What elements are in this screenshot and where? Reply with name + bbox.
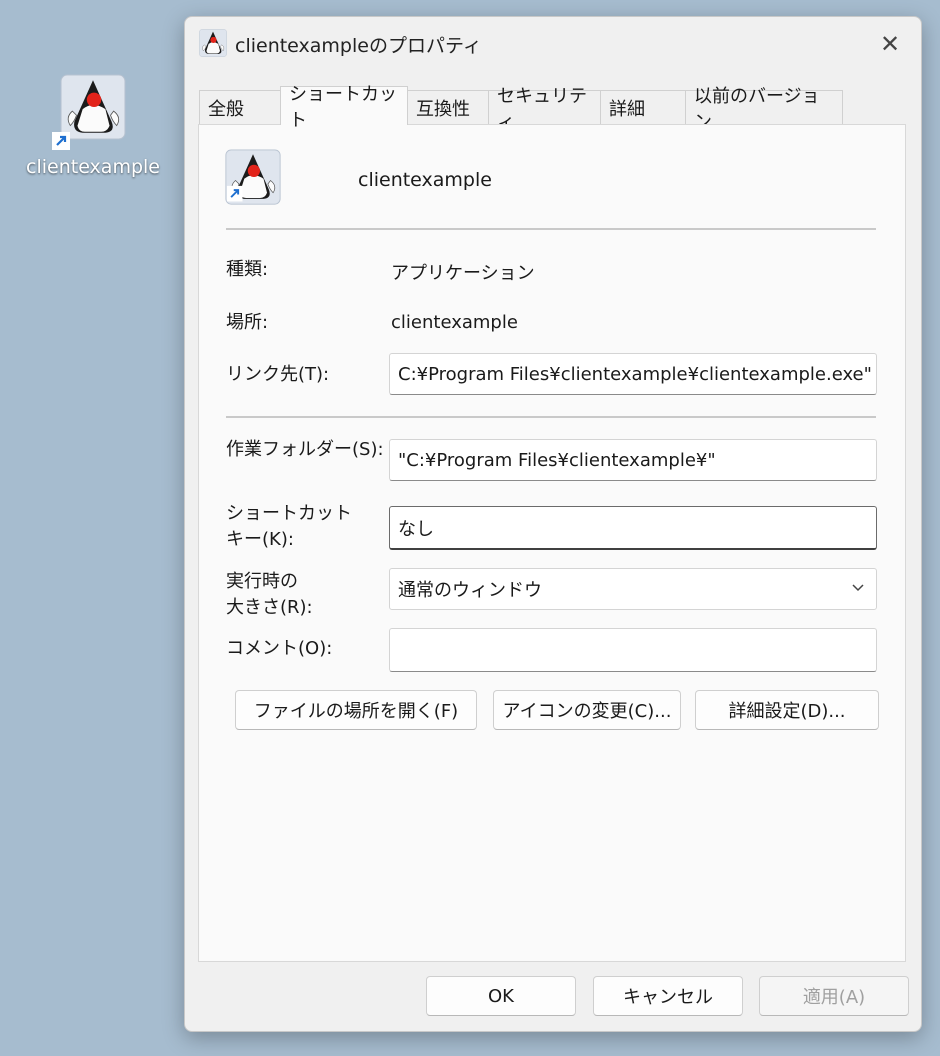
desktop-shortcut-label: clientexample bbox=[26, 156, 160, 178]
open-file-location-button[interactable]: ファイルの場所を開く(F) bbox=[235, 690, 477, 730]
type-label: 種類: bbox=[226, 259, 269, 280]
run-size-value: 通常のウィンドウ bbox=[398, 580, 542, 601]
ok-button[interactable]: OK bbox=[426, 976, 576, 1016]
advanced-settings-button[interactable]: 詳細設定(D)... bbox=[695, 690, 879, 730]
location-value: clientexample bbox=[391, 312, 518, 333]
target-field[interactable]: C:¥Program Files¥clientexample¥clientexa… bbox=[389, 353, 877, 395]
tab-details[interactable]: 詳細 bbox=[600, 90, 686, 125]
change-icon-button[interactable]: アイコンの変更(C)... bbox=[493, 690, 681, 730]
comment-field[interactable] bbox=[389, 628, 877, 672]
java-app-icon bbox=[225, 149, 281, 205]
tab-general[interactable]: 全般 bbox=[199, 90, 281, 125]
comment-label: コメント(O): bbox=[226, 638, 333, 659]
tab-previous-versions[interactable]: 以前のバージョン bbox=[685, 86, 843, 133]
apply-button[interactable]: 適用(A) bbox=[759, 976, 909, 1016]
hotkey-label-line1: ショートカット bbox=[226, 503, 352, 524]
chevron-down-icon bbox=[852, 584, 864, 592]
tab-strip: 全般 ショートカット 互換性 セキュリティ 詳細 以前のバージョン bbox=[199, 84, 843, 133]
shortcut-arrow-icon bbox=[52, 132, 70, 150]
run-label-line1: 実行時の bbox=[226, 571, 298, 592]
close-button[interactable]: ✕ bbox=[873, 27, 907, 61]
desktop-shortcut[interactable]: clientexample bbox=[20, 74, 166, 178]
java-app-icon bbox=[199, 29, 227, 57]
java-app-icon bbox=[52, 74, 126, 150]
type-value: アプリケーション bbox=[391, 263, 535, 284]
shortcut-name: clientexample bbox=[358, 169, 492, 191]
run-label-line2: 大きさ(R): bbox=[226, 597, 313, 618]
location-label: 場所: bbox=[226, 312, 269, 333]
properties-dialog: clientexampleのプロパティ ✕ 全般 ショートカット 互換性 セキュ… bbox=[184, 16, 922, 1032]
workdir-label: 作業フォルダー(S): bbox=[226, 439, 384, 460]
cancel-button[interactable]: キャンセル bbox=[593, 976, 743, 1016]
separator bbox=[226, 416, 876, 418]
title-bar[interactable]: clientexampleのプロパティ ✕ bbox=[185, 17, 921, 71]
tab-shortcut[interactable]: ショートカット bbox=[280, 84, 408, 131]
target-label: リンク先(T): bbox=[226, 364, 330, 385]
workdir-field[interactable]: "C:¥Program Files¥clientexample¥" bbox=[389, 439, 877, 481]
tab-security[interactable]: セキュリティ bbox=[488, 86, 601, 133]
hotkey-field[interactable]: なし bbox=[389, 506, 877, 550]
tab-compatibility[interactable]: 互換性 bbox=[407, 90, 489, 125]
separator bbox=[226, 228, 876, 230]
shortcut-tab-panel: clientexample 種類: アプリケーション 場所: clientexa… bbox=[198, 124, 906, 962]
run-size-select[interactable]: 通常のウィンドウ bbox=[389, 568, 877, 610]
hotkey-label-line2: キー(K): bbox=[226, 529, 294, 550]
window-title: clientexampleのプロパティ bbox=[235, 35, 482, 57]
